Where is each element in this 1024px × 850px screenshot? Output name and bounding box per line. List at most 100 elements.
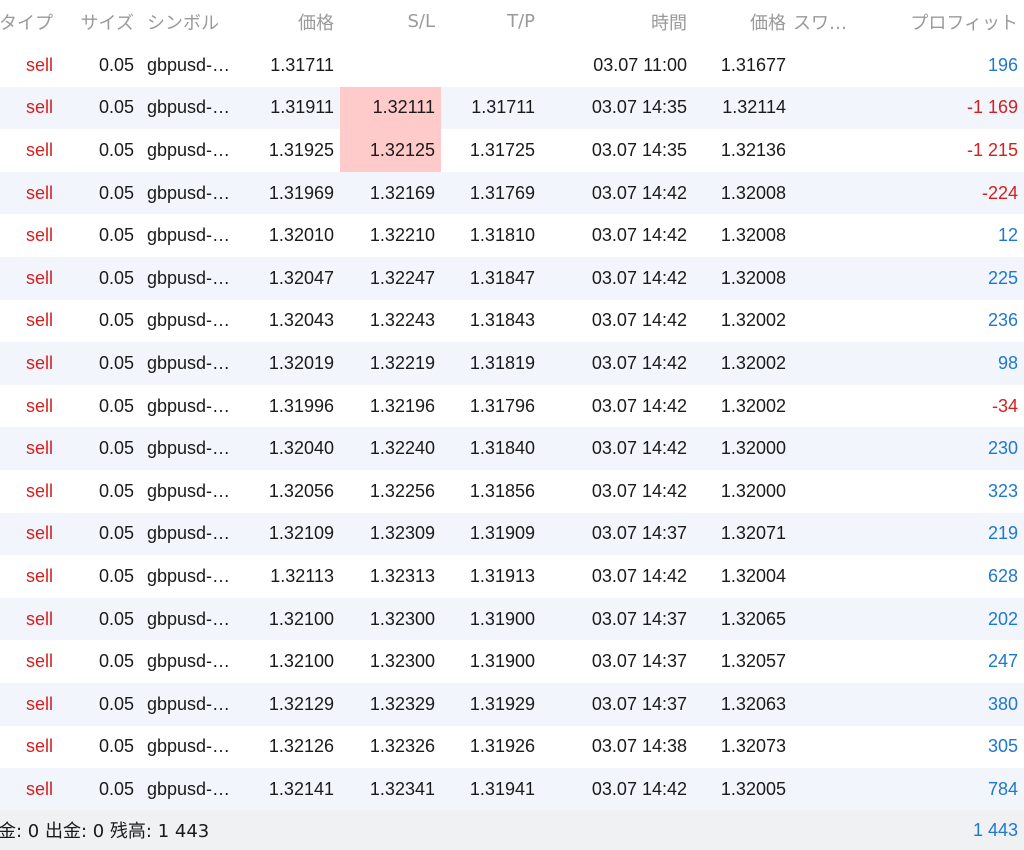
- cell-sl: 1.32300: [369, 608, 435, 629]
- cell-tp: [441, 44, 541, 87]
- cell-time: 03.07 14:42: [591, 352, 687, 373]
- table-row[interactable]: sell 0.05 gbpusd-… 1.32040 1.32240 1.31840 03.…: [0, 427, 1024, 470]
- cell-profit: 784: [987, 778, 1018, 799]
- cell-size: 0.05: [98, 736, 134, 757]
- cell-symbol: gbpusd-…: [147, 651, 231, 672]
- cell-tp: 1.31909: [469, 523, 535, 544]
- cell-price: 1.32065: [720, 608, 786, 629]
- cell-open-price: 1.32056: [268, 480, 334, 501]
- cell-open-price: 1.31925: [268, 139, 334, 160]
- cell-tp: 1.31796: [469, 395, 535, 416]
- cell-swap: [789, 555, 869, 598]
- table-row[interactable]: sell 0.05 gbpusd-… 1.32056 1.32256 1.31856 03.…: [0, 469, 1024, 513]
- cell-price: 1.32063: [720, 693, 786, 714]
- cell-tp: 1.31847: [469, 267, 535, 288]
- cell-tp: 1.31819: [469, 352, 535, 373]
- cell-time: 03.07 14:42: [591, 310, 687, 331]
- cell-swap: [789, 598, 869, 641]
- cell-symbol: gbpusd-…: [147, 182, 231, 203]
- cell-swap: [789, 768, 869, 811]
- cell-time: 03.07 14:35: [591, 139, 687, 160]
- cell-time: 03.07 14:37: [591, 651, 687, 672]
- cell-open-price: 1.32109: [268, 523, 334, 544]
- column-header-size[interactable]: サイズ: [56, 0, 140, 43]
- cell-sl: 1.32341: [369, 778, 435, 799]
- cell-sl: [340, 44, 441, 87]
- table-row[interactable]: sell 0.05 gbpusd-… 1.31911 1.32111 1.31711 03.…: [0, 86, 1024, 130]
- column-header-tp[interactable]: T/P: [441, 0, 541, 43]
- cell-price: 1.32000: [720, 480, 786, 501]
- cell-price: 1.32004: [720, 565, 786, 586]
- cell-size: 0.05: [98, 651, 134, 672]
- column-header-type[interactable]: タイプ: [0, 0, 56, 43]
- cell-profit: 628: [987, 565, 1018, 586]
- table-row[interactable]: sell 0.05 gbpusd-… 1.32126 1.32326 1.31926 03.…: [0, 725, 1024, 769]
- cell-size: 0.05: [98, 267, 134, 288]
- cell-sl: 1.32196: [369, 395, 435, 416]
- cell-size: 0.05: [98, 395, 134, 416]
- cell-open-price: 1.31996: [268, 395, 334, 416]
- table-row[interactable]: sell 0.05 gbpusd-… 1.32019 1.32219 1.31819 03.…: [0, 342, 1024, 385]
- cell-profit: 202: [987, 608, 1018, 629]
- cell-profit: -1 169: [966, 97, 1018, 118]
- column-header-swap[interactable]: スワ…: [789, 0, 869, 43]
- cell-size: 0.05: [98, 97, 134, 118]
- cell-profit: 230: [987, 438, 1018, 459]
- column-header-time[interactable]: 時間: [541, 0, 689, 43]
- cell-type: sell: [25, 736, 53, 757]
- table-row[interactable]: sell 0.05 gbpusd-… 1.31969 1.32169 1.31769 03.…: [0, 171, 1024, 215]
- cell-time: 03.07 14:37: [591, 608, 687, 629]
- cell-symbol: gbpusd-…: [147, 736, 231, 757]
- cell-symbol: gbpusd-…: [147, 352, 231, 373]
- cell-tp: 1.31929: [469, 693, 535, 714]
- cell-profit: -1 215: [966, 139, 1018, 160]
- cell-symbol: gbpusd-…: [147, 693, 231, 714]
- table-row[interactable]: sell 0.05 gbpusd-… 1.32113 1.32313 1.31913 03.…: [0, 555, 1024, 598]
- table-row[interactable]: sell 0.05 gbpusd-… 1.32100 1.32300 1.31900 03.…: [0, 640, 1024, 683]
- table-row[interactable]: sell 0.05 gbpusd-… 1.32129 1.32329 1.31929 03.…: [0, 682, 1024, 726]
- table-row[interactable]: sell 0.05 gbpusd-… 1.32100 1.32300 1.31900 03.…: [0, 597, 1024, 641]
- cell-size: 0.05: [98, 693, 134, 714]
- cell-swap: [789, 683, 869, 726]
- cell-price: 1.32114: [722, 97, 786, 118]
- table-row[interactable]: sell 0.05 gbpusd-… 1.31925 1.32125 1.31725 03.…: [0, 129, 1024, 172]
- table-row[interactable]: sell 0.05 gbpusd-… 1.31996 1.32196 1.31796 03.…: [0, 384, 1024, 428]
- table-row[interactable]: sell 0.05 gbpusd-… 1.32043 1.32243 1.31843 03.…: [0, 299, 1024, 343]
- cell-price: 1.32002: [720, 352, 786, 373]
- cell-time: 03.07 14:37: [591, 523, 687, 544]
- cell-price: 1.32002: [720, 395, 786, 416]
- column-header-open-price[interactable]: 価格: [243, 0, 340, 43]
- cell-symbol: gbpusd-…: [147, 97, 231, 118]
- cell-time: 03.07 14:42: [591, 267, 687, 288]
- cell-size: 0.05: [98, 139, 134, 160]
- cell-profit: 196: [987, 54, 1018, 75]
- table-row[interactable]: sell 0.05 gbpusd-… 1.31711 03.07 11:00 1.3167…: [0, 44, 1024, 87]
- table-row[interactable]: sell 0.05 gbpusd-… 1.32010 1.32210 1.31810 03.…: [0, 214, 1024, 257]
- column-header-sl[interactable]: S/L: [340, 0, 441, 43]
- cell-sl: 1.32329: [369, 693, 435, 714]
- cell-profit: 219: [987, 523, 1018, 544]
- cell-type: sell: [25, 352, 53, 373]
- cell-swap: [789, 44, 869, 87]
- column-header-profit[interactable]: プロフィット: [869, 0, 1024, 43]
- cell-swap: [789, 513, 869, 556]
- cell-swap: [789, 726, 869, 769]
- cell-type: sell: [25, 54, 53, 75]
- cell-profit: -34: [991, 395, 1018, 416]
- cell-profit: 236: [987, 310, 1018, 331]
- total-profit: 1 443: [972, 819, 1018, 840]
- cell-tp: 1.31900: [469, 651, 535, 672]
- cell-price: 1.32008: [720, 225, 786, 246]
- cell-price: 1.32071: [720, 523, 786, 544]
- table-row[interactable]: sell 0.05 gbpusd-… 1.32047 1.32247 1.31847 03.…: [0, 256, 1024, 300]
- cell-profit: 380: [987, 693, 1018, 714]
- cell-profit: 225: [987, 267, 1018, 288]
- cell-price: 1.32002: [720, 310, 786, 331]
- cell-tp: 1.31926: [469, 736, 535, 757]
- table-row[interactable]: sell 0.05 gbpusd-… 1.32141 1.32341 1.31941 03.…: [0, 768, 1024, 811]
- column-header-price[interactable]: 価格: [689, 0, 789, 43]
- cell-type: sell: [25, 565, 53, 586]
- table-row[interactable]: sell 0.05 gbpusd-… 1.32109 1.32309 1.31909 03.…: [0, 512, 1024, 556]
- cell-sl: 1.32256: [369, 480, 435, 501]
- column-header-symbol[interactable]: シンボル: [140, 0, 243, 43]
